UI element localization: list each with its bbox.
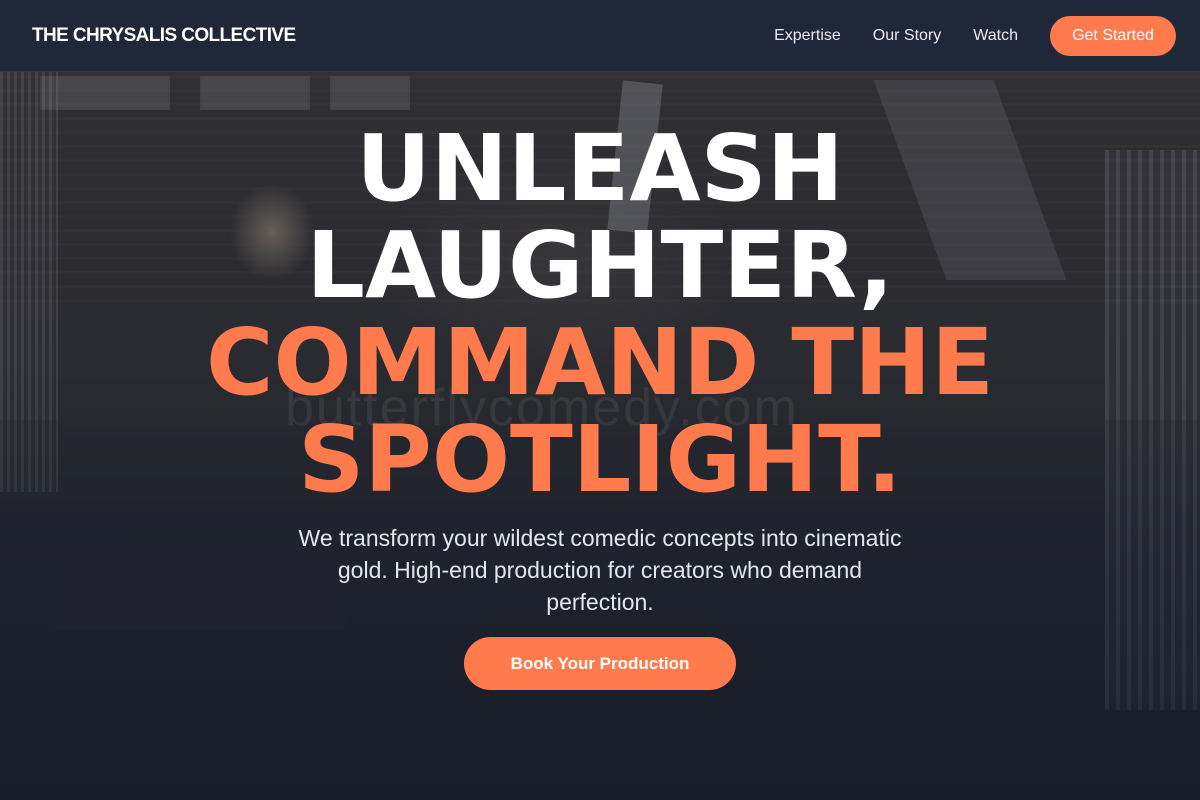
- get-started-button[interactable]: Get Started: [1050, 15, 1176, 56]
- headline-line-2: LAUGHTER,: [306, 212, 894, 319]
- brand-logo[interactable]: THE CHRYSALIS COLLECTIVE: [32, 25, 296, 47]
- navbar: THE CHRYSALIS COLLECTIVE Expertise Our S…: [0, 0, 1200, 72]
- nav-link-expertise[interactable]: Expertise: [774, 27, 841, 45]
- nav-link-our-story[interactable]: Our Story: [873, 27, 941, 45]
- hero-subtitle: We transform your wildest comedic concep…: [298, 525, 902, 615]
- hero-section: UNLEASH LAUGHTER, COMMAND THE SPOTLIGHT.…: [0, 72, 1200, 800]
- headline-line-3: COMMAND THE: [205, 309, 995, 416]
- headline-line-4: SPOTLIGHT.: [298, 406, 902, 513]
- nav-links: Expertise Our Story Watch Get Started: [774, 15, 1176, 56]
- nav-link-watch[interactable]: Watch: [973, 27, 1018, 45]
- headline-line-1: UNLEASH: [356, 115, 844, 222]
- book-production-button[interactable]: Book Your Production: [464, 637, 736, 690]
- hero-headline: UNLEASH LAUGHTER, COMMAND THE SPOTLIGHT.: [0, 120, 1200, 508]
